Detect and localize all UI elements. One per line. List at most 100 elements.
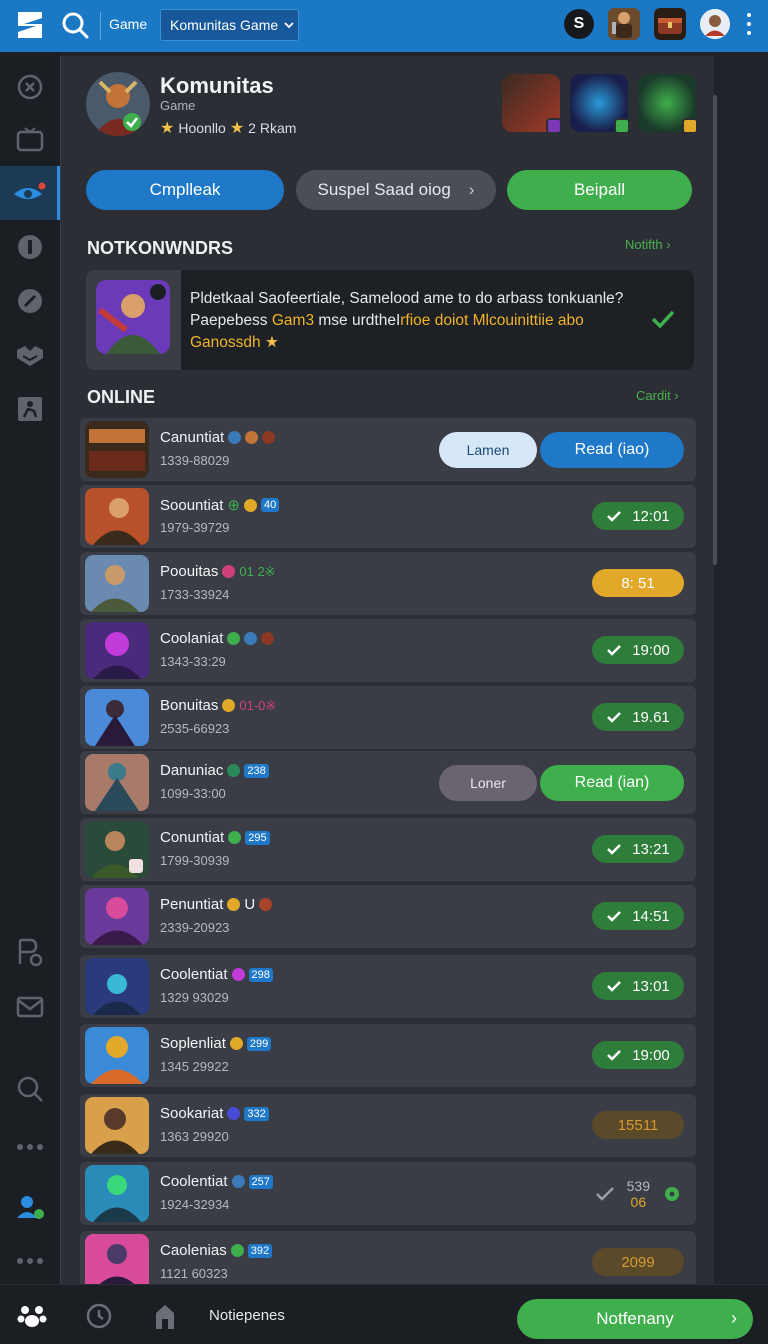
list-item[interactable]: Bonuitas 01-0※ 2535-66923 19.61 [80,686,696,749]
sidebar-item-close[interactable] [0,60,60,114]
lower-button[interactable]: Lamen [439,432,537,468]
player-id: 1979-39729 [160,520,230,535]
guild-badge-icon [227,764,241,777]
clock-icon[interactable] [84,1301,114,1331]
player-thumbnail [85,1027,149,1084]
guild-badge-icon [227,1107,241,1120]
notifications-tab[interactable]: Notiepenes [209,1307,285,1324]
game-nav-link[interactable]: Game [109,16,147,32]
app-logo-icon[interactable] [14,8,46,42]
wrench-icon [18,289,42,313]
status-time: 15511 [617,1116,659,1134]
notification-line-2: Paepebess Gam3 mse urdtheIrfioe doiot Ml… [190,310,640,332]
complete-button[interactable]: Cmplleak [86,170,284,210]
player-name: Coolentiat 257 [160,1173,273,1190]
status-pill: 19.61 [592,703,684,731]
search-icon[interactable] [60,10,90,40]
sidebar-item-apps[interactable] [0,1234,60,1288]
tv-icon [16,127,44,152]
player-name: Canuntiat [160,429,276,446]
player-thumbnail [85,1234,149,1291]
sidebar-item-more[interactable] [0,1120,60,1174]
online-see-all-link[interactable]: Cardit › [636,388,679,403]
level-badge: 299 [246,1036,272,1051]
paw-icon[interactable] [17,1301,47,1331]
notification-message: Pldetkaal Saofeertiale, Samelood ame to … [190,288,640,354]
community-avatar [86,72,150,136]
featured-game-2[interactable] [570,74,630,134]
player-name: Danuniac 238 [160,762,269,779]
guild-badge-icon [245,431,259,444]
sidebar-item-add-friend[interactable] [0,1180,60,1234]
list-item[interactable]: Coolaniat 1343-33:29 19:00 [80,619,696,682]
ellipsis-icon [17,1144,43,1150]
sidebar-item-mail[interactable] [0,980,60,1034]
sidebar-item-search[interactable] [0,1062,60,1116]
top-bar: Game Komunitas Game S [0,0,768,52]
list-item[interactable]: Conuntiat 295 1799-30939 13:21 [80,818,696,881]
player-name-text: Conuntiat [160,829,225,846]
player-id: 1733-33924 [160,587,230,602]
list-item[interactable]: Coolentiat 298 1329 93029 13:01 [80,955,696,1018]
join-button[interactable]: Beipall [507,170,692,210]
sidebar-item-accessibility[interactable] [0,382,60,436]
notify-button[interactable]: Notfenany › [517,1299,753,1339]
sidebar-item-info[interactable] [0,220,60,274]
read-button[interactable]: Read (iao) [540,432,684,468]
list-item[interactable]: Coolentiat 257 1924-32934 539 06 [80,1162,696,1225]
player-thumbnail [85,689,149,746]
player-name-text: Coolentiat [160,966,228,983]
read-button[interactable]: Read (ian) [540,765,684,801]
check-icon[interactable] [650,308,676,330]
home-icon[interactable] [150,1301,180,1331]
page-subtitle: Game [160,98,196,113]
community-dropdown[interactable]: Komunitas Game [160,9,299,41]
player-name-text: Poouitas [160,563,219,580]
player-id: 1343-33:29 [160,654,226,669]
more-menu-icon[interactable] [744,11,754,37]
player-id: 1924-32934 [160,1197,230,1212]
player-thumbnail [85,488,149,545]
bottom-bar: Notiepenes Notfenany › [0,1284,768,1344]
player-name: Penuntiat U [160,896,273,913]
user-avatar-icon[interactable] [700,9,730,39]
sidebar-item-profile[interactable] [0,926,60,980]
list-item[interactable]: Soplenliat 299 1345 29922 19:00 [80,1024,696,1087]
guild-badge-icon [231,1175,245,1188]
sidebar-item-community[interactable] [0,166,60,220]
status-chip[interactable]: S [564,9,594,39]
character-avatar-icon[interactable] [608,8,640,40]
player-id: 1329 93029 [160,990,229,1005]
sidebar-item-handshake[interactable] [0,328,60,382]
list-item[interactable]: Sookariat 332 1363 29920 15511 [80,1094,696,1157]
sidebar-item-media[interactable] [0,112,60,166]
community-stats: ★ Hoonllo ★ 2 Rkam [160,118,296,138]
notifications-see-all-link[interactable]: Notifth › [625,237,671,252]
list-item[interactable]: Danuniac 238 1099-33:00 Loner Read (ian) [80,751,696,814]
scrollbar[interactable] [713,95,717,565]
treasure-chest-icon[interactable] [654,8,686,40]
notifications-link-label: Notifth [625,237,663,252]
player-id: 2339-20923 [160,920,230,935]
guild-badge-icon [222,565,236,578]
notification-card[interactable]: Pldetkaal Saofeertiale, Samelood ame to … [86,270,694,370]
list-item[interactable]: Penuntiat U 2339-20923 14:51 [80,885,696,948]
list-item[interactable]: Canuntiat 1339-88029 Lamen Read (iao) [80,418,696,481]
sidebar-item-tools[interactable] [0,274,60,328]
player-id: 1799-30939 [160,853,230,868]
guild-badge-icon [243,498,257,512]
check-icon [607,911,622,922]
featured-game-1[interactable] [502,74,562,134]
list-item[interactable]: Soountiat ⊕ 40 1979-39729 12:01 [80,485,696,548]
stat-members: Hoonllo [178,120,226,136]
ellipsis-icon [17,1258,43,1264]
action-buttons: Cmplleak Suspel Saad oiog › Beipall [86,170,692,210]
guild-badge-icon [228,431,242,444]
suggest-button[interactable]: Suspel Saad oiog › [296,170,496,210]
player-name: Caolenias 392 [160,1242,273,1259]
guild-badge-icon [230,1244,244,1257]
lower-button[interactable]: Loner [439,765,537,801]
featured-game-3[interactable] [638,74,698,134]
list-item[interactable]: Poouitas 01 2※ 1733-33924 8: 51 [80,552,696,615]
player-name: Bonuitas 01-0※ [160,697,276,714]
